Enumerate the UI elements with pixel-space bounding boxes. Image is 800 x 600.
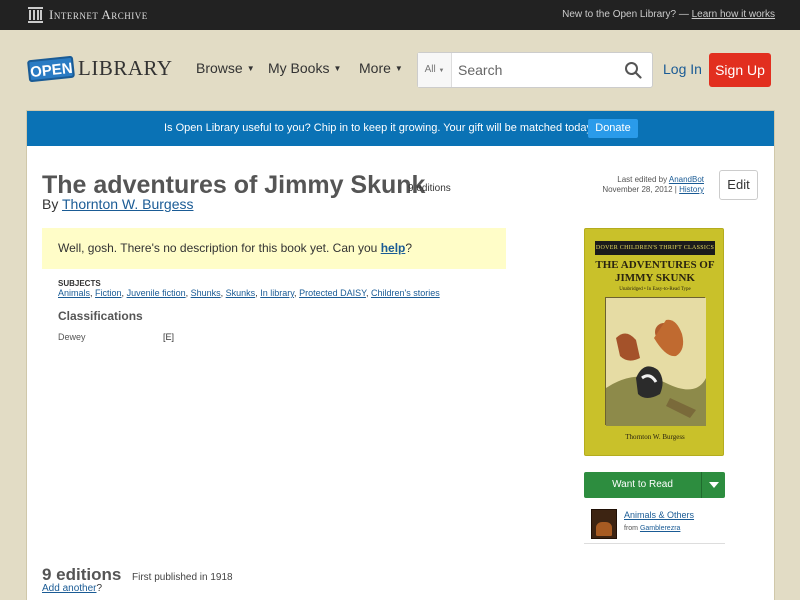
classifications-heading: Classifications	[58, 309, 143, 323]
subjects-list: Animals, Fiction, Juvenile fiction, Shun…	[58, 288, 440, 298]
subject-link[interactable]: Shunks	[191, 288, 221, 298]
search-bar: All ▼	[417, 52, 653, 88]
book-cover[interactable]: DOVER CHILDREN'S THRIFT CLASSICS THE ADV…	[584, 228, 724, 456]
donate-text: Is Open Library useful to you? Chip in t…	[164, 122, 596, 134]
nav-more-label: More	[359, 60, 391, 76]
subjects-label: SUBJECTS	[58, 279, 101, 288]
subject-link[interactable]: Children's stories	[371, 288, 440, 298]
last-edited-user-link[interactable]: AnandBot	[669, 175, 704, 184]
description-suffix: ?	[405, 241, 413, 255]
subject-link[interactable]: Skunks	[226, 288, 256, 298]
subject-link[interactable]: In library	[260, 288, 294, 298]
chevron-down-icon: ▼	[394, 63, 403, 73]
skunk-illustration-icon	[606, 298, 706, 426]
chevron-down-icon: ▼	[333, 63, 342, 73]
internet-archive-logo[interactable]: Internet Archive	[28, 7, 148, 23]
nav-browse[interactable]: Browse ▼	[196, 60, 255, 76]
cover-illustration	[605, 297, 706, 426]
description-box: Well, gosh. There's no description for t…	[42, 228, 506, 269]
history-link[interactable]: History	[679, 185, 704, 194]
open-library-logo[interactable]: OPEN LIBRARY	[26, 50, 172, 86]
cover-series-band: DOVER CHILDREN'S THRIFT CLASSICS	[595, 241, 715, 255]
nav-browse-label: Browse	[196, 60, 243, 76]
nav-more[interactable]: More ▼	[359, 60, 403, 76]
description-text: Well, gosh. There's no description for t…	[58, 241, 381, 255]
dewey-value: [E]	[163, 332, 175, 342]
want-to-read-button[interactable]: Want to Read	[584, 472, 725, 498]
new-user-text: New to the Open Library? —	[562, 9, 692, 20]
subject-link[interactable]: Fiction	[95, 288, 122, 298]
nav-my-books[interactable]: My Books ▼	[268, 60, 341, 76]
last-edited-info: Last edited by AnandBot November 28, 201…	[602, 175, 704, 195]
list-item: Animals & Others from Gamblerezra	[584, 506, 725, 544]
first-published: First published in 1918	[132, 572, 233, 583]
editions-heading: 9 editions	[42, 565, 122, 584]
list-owner: from Gamblerezra	[624, 525, 680, 532]
last-edited-date: November 28, 2012 |	[602, 185, 680, 194]
signup-button[interactable]: Sign Up	[709, 53, 771, 87]
byline: By Thornton W. Burgess	[42, 196, 194, 212]
chevron-down-icon: ▼	[246, 63, 255, 73]
learn-how-link[interactable]: Learn how it works	[692, 9, 775, 20]
by-label: By	[42, 196, 62, 212]
new-user-prompt: New to the Open Library? — Learn how it …	[562, 9, 775, 20]
add-another-suffix: ?	[96, 583, 103, 594]
search-icon[interactable]	[624, 61, 642, 79]
help-link[interactable]: help	[381, 241, 406, 255]
last-edited-prefix: Last edited by	[617, 175, 669, 184]
login-link[interactable]: Log In	[663, 61, 702, 77]
dewey-label: Dewey	[58, 332, 86, 342]
search-scope-select[interactable]: All ▼	[418, 53, 452, 87]
internet-archive-wordmark: Internet Archive	[49, 7, 148, 22]
chevron-down-icon: ▼	[438, 68, 445, 74]
site-header: OPEN LIBRARY Browse ▼ My Books ▼ More ▼ All…	[0, 30, 800, 110]
subject-link[interactable]: Animals	[58, 288, 90, 298]
search-input[interactable]	[454, 53, 614, 87]
want-to-read-label: Want to Read	[612, 479, 673, 490]
nav-my-books-label: My Books	[268, 60, 330, 76]
list-from-prefix: from	[624, 525, 640, 532]
internet-archive-bar: Internet Archive New to the Open Library…	[0, 0, 800, 30]
author-link[interactable]: Thornton W. Burgess	[62, 196, 194, 212]
cover-title: THE ADVENTURES OF JIMMY SKUNK	[595, 259, 715, 284]
donate-button[interactable]: Donate	[588, 119, 638, 138]
open-badge: OPEN	[26, 55, 76, 83]
list-title-link[interactable]: Animals & Others	[624, 510, 694, 520]
edit-button[interactable]: Edit	[719, 170, 758, 200]
search-scope-label: All	[424, 64, 436, 75]
add-another: Add another?	[42, 583, 102, 594]
subject-link[interactable]: Juvenile fiction	[127, 288, 186, 298]
add-another-link[interactable]: Add another	[42, 583, 97, 594]
archive-building-icon	[28, 7, 43, 23]
subject-link[interactable]: Protected DAISY	[299, 288, 366, 298]
list-owner-link[interactable]: Gamblerezra	[640, 525, 680, 532]
main-panel: Is Open Library useful to you? Chip in t…	[26, 110, 775, 600]
reading-status-dropdown[interactable]	[701, 472, 725, 498]
list-thumbnail[interactable]	[591, 509, 617, 539]
cover-author: Thornton W. Burgess	[625, 433, 685, 441]
editions-count-badge: 9 editions	[408, 183, 451, 194]
donate-banner: Is Open Library useful to you? Chip in t…	[27, 111, 774, 146]
library-wordmark: LIBRARY	[78, 56, 173, 80]
cover-subtitle: Unabridged • In Easy-to-Read Type	[619, 287, 691, 292]
